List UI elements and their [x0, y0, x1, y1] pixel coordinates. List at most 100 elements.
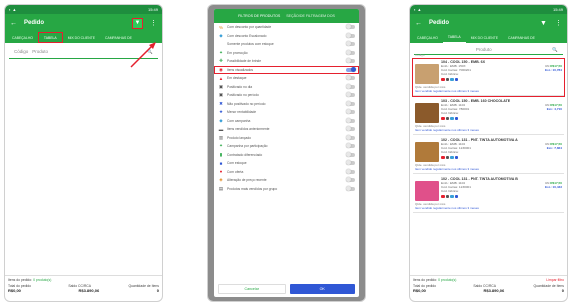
product-card[interactable]: 103 - COOL 150 - EMB. 160 CHOCOLATE Emb.…	[413, 98, 564, 135]
filter-toggle[interactable]	[345, 41, 355, 47]
filter-label: Em promoção	[227, 50, 248, 55]
filter-item[interactable]: ✖ Não positivado no período	[214, 100, 359, 109]
circle-icon: ●	[219, 169, 223, 175]
filter-item[interactable]: ▮ Contratado diferenciado	[214, 151, 359, 160]
filter-item[interactable]: ★ Menor rentabilidade	[214, 108, 359, 117]
product-factory-code: Cód. fábrica:	[441, 111, 459, 116]
box-icon	[454, 116, 458, 121]
tab-header[interactable]: CABEÇALHO	[412, 32, 443, 43]
tab-campaigns[interactable]: CAMPANHAS DE	[100, 32, 137, 43]
filter-item[interactable]: ✦ Campanha por participação	[214, 142, 359, 151]
filter-label: Menor rentabilidade	[227, 110, 257, 115]
dialog-title: FILTROS DE PRODUTOS	[238, 14, 281, 18]
product-flags	[441, 194, 543, 199]
filter-toggle[interactable]	[345, 126, 355, 132]
code-label: Código	[415, 53, 425, 57]
tag-icon	[450, 194, 454, 199]
filter-toggle[interactable]	[345, 100, 355, 106]
filter-item[interactable]: % Com desconto por quantidade	[214, 23, 359, 32]
filter-item[interactable]: ▣ Positivado no período	[214, 91, 359, 100]
product-card[interactable]: 102 - COOL 131 - PNT. TINTA AUTOMOTIVA A…	[413, 137, 564, 174]
filter-item[interactable]: ▣ Positivado no dia	[214, 83, 359, 92]
filter-item[interactable]: ✦ Em promoção	[214, 49, 359, 58]
filter-item[interactable]: ❖ Possibilidade de brinde	[214, 57, 359, 66]
filter-toggle[interactable]	[345, 134, 355, 140]
notification-icon: ▪	[9, 7, 11, 12]
filter-toggle[interactable]	[345, 83, 355, 89]
filter-toggle[interactable]	[345, 24, 355, 30]
filter-toggle[interactable]	[345, 117, 355, 123]
cart-icon: ▣	[218, 92, 224, 98]
code-field[interactable]: Código	[14, 49, 28, 54]
tab-bar: CABEÇALHO TABELA MIX DO CLIENTE CAMPANHA…	[410, 32, 567, 43]
search-icon[interactable]: 🔍	[147, 49, 153, 55]
filter-toggle[interactable]	[345, 75, 355, 81]
tab-campaigns[interactable]: CAMPANHAS DE	[503, 32, 540, 43]
notification-icon: ▪	[414, 7, 416, 12]
filter-item[interactable]: ▲ Em destaque	[214, 74, 359, 83]
product-search-input[interactable]: Produto	[419, 47, 548, 52]
items-value: 0 produto(s)	[438, 278, 457, 282]
box-icon: ■	[219, 160, 223, 166]
product-card[interactable]: 102 - COOL 131 - PNT. TINTA AUTOMOTIVA B…	[413, 176, 564, 213]
filter-item[interactable]: ▤ Produtos mais vendidos por grupo	[214, 185, 359, 194]
tab-table[interactable]: TABELA	[442, 32, 466, 43]
tab-client-mix[interactable]: MIX DO CLIENTE	[63, 32, 100, 43]
order-footer: Itens do pedido: 0 produto(s) Limpar fil…	[410, 275, 567, 301]
filter-label: Positivado no período	[227, 93, 259, 98]
percent-icon: %	[218, 24, 223, 30]
filter-toggle[interactable]	[345, 49, 355, 55]
filter-toggle[interactable]	[345, 92, 355, 98]
filter-label: Itens vendidos anteriormente	[227, 127, 270, 132]
filter-label: Com oferta	[227, 169, 244, 174]
filter-icon[interactable]: ▼	[539, 20, 548, 27]
product-card[interactable]: 104 - COOL 150 - EMB. 6X Emb.: EMB. 150X…	[412, 58, 565, 97]
search-bar[interactable]: Código Produto 🔍	[9, 45, 158, 59]
filter-item[interactable]: ◈ Alteração de preço recente	[214, 176, 359, 185]
back-arrow-icon[interactable]: ←	[414, 20, 423, 27]
filter-toggle[interactable]	[345, 177, 355, 183]
back-arrow-icon[interactable]: ←	[9, 20, 18, 27]
filter-list: % Com desconto por quantidade ◆ Com descont…	[214, 23, 359, 193]
search-icon[interactable]: 🔍	[552, 47, 558, 53]
filter-toggle[interactable]	[346, 66, 356, 72]
filter-item[interactable]: ◉ Itens visualizados	[214, 65, 359, 74]
clear-filter-button[interactable]: Limpar filtro	[546, 278, 564, 282]
filter-item[interactable]: Somente produtos com estoque	[214, 40, 359, 49]
tab-table[interactable]: TABELA	[37, 32, 63, 43]
more-options-icon[interactable]: ⋮	[554, 19, 563, 27]
filter-toggle[interactable]	[345, 168, 355, 174]
product-factory-code: Cód. fábrica:	[441, 150, 459, 155]
tab-client-mix[interactable]: MIX DO CLIENTE	[466, 32, 503, 43]
filter-toggle[interactable]	[345, 109, 355, 115]
filter-item[interactable]: ● Com oferta	[214, 168, 359, 177]
filter-item[interactable]: ■ Com estoque	[214, 159, 359, 168]
product-search-input[interactable]: Produto	[32, 49, 143, 54]
tab-header[interactable]: CABEÇALHO	[7, 32, 38, 43]
filter-toggle[interactable]	[345, 58, 355, 64]
filter-item[interactable]: ▥ Produto lançado	[214, 134, 359, 143]
ok-button[interactable]: OK	[289, 284, 355, 294]
cart-icon	[445, 77, 449, 82]
dialog-buttons: Cancelar OK	[218, 284, 355, 294]
filter-label: Com desconto por quantidade	[227, 25, 272, 30]
filter-item[interactable]: ◆ Com campanha	[214, 117, 359, 126]
filter-dialog: FILTROS DE PRODUTOS SEÇÃO/DE FILTRAGEM D…	[214, 9, 359, 297]
page-title: Pedido	[24, 20, 45, 26]
filter-item[interactable]: ▬ Itens vendidos anteriormente	[214, 125, 359, 134]
filter-toggle[interactable]	[345, 151, 355, 157]
filter-item[interactable]: ◆ Com desconto Escalonado	[214, 32, 359, 41]
notification-icon: ▲	[417, 7, 422, 12]
product-image	[415, 142, 439, 162]
cancel-button[interactable]: Cancelar	[218, 284, 286, 294]
filter-toggle[interactable]	[345, 160, 355, 166]
product-stock: Est.: 4,710	[546, 107, 562, 112]
items-label: Itens do pedido:	[413, 278, 438, 282]
product-regular-note: Item vendido regularmente nos últimos 3 …	[415, 206, 479, 210]
filter-toggle[interactable]	[345, 32, 355, 38]
more-options-icon[interactable]: ⋮	[149, 19, 158, 27]
filter-toggle[interactable]	[345, 185, 355, 191]
filter-button[interactable]: ▼	[132, 17, 143, 29]
filter-toggle[interactable]	[345, 143, 355, 149]
screen-order-table: ▪ ▲ 15:49 ← Pedido ▼ ⋮ CABEÇALHO TABELA M…	[4, 4, 163, 302]
